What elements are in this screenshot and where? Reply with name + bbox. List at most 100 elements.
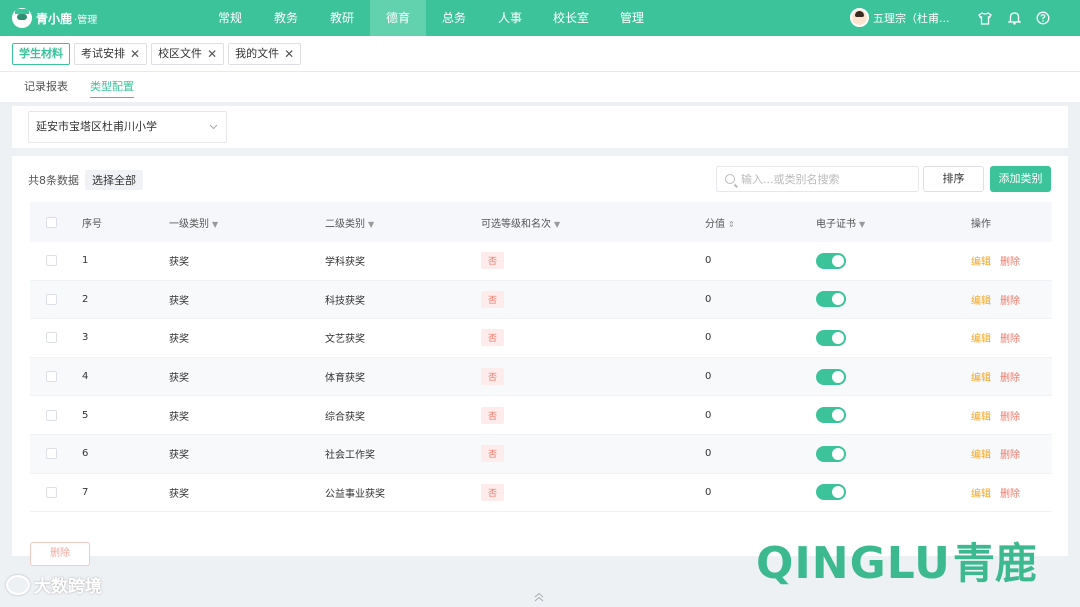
tab-0[interactable]: 学生材料 [12,42,70,65]
edit-link[interactable]: 编辑 [971,489,991,500]
row-checkbox[interactable] [46,255,57,267]
help-icon[interactable] [1034,9,1052,27]
user-menu[interactable]: 五理宗（杜甫... [850,8,950,27]
theme-shirt-icon[interactable] [976,9,994,27]
category-table-card: 共8条数据 选择全部 输入...或类别名搜索 排序 添加类别 序号 一级类别 ▼ … [12,156,1068,556]
row-checkbox-cell [30,409,82,421]
edit-link[interactable]: 编辑 [971,257,991,268]
edit-link[interactable]: 编辑 [971,450,991,461]
select-all-button[interactable]: 选择全部 [85,170,143,190]
cell-cat2: 科技获奖 [325,295,365,307]
row-checkbox[interactable] [46,293,57,305]
subtab-1[interactable]: 类型配置 [90,76,134,98]
header-cat1[interactable]: 一级类别 ▼ [169,215,325,230]
watermark-latin: QINGLU [756,538,951,589]
nav-item-2[interactable]: 教研 [314,0,370,36]
watermark-logo-icon [6,574,30,595]
nav-item-0[interactable]: 常规 [202,0,258,36]
row-checkbox[interactable] [46,409,57,421]
header-cat2-label: 二级类别 [325,218,365,230]
edit-link[interactable]: 编辑 [971,296,991,307]
delete-link[interactable]: 删除 [1000,257,1020,268]
level-badge: 否 [481,252,505,270]
bulk-delete-button[interactable]: 删除 [30,542,90,566]
tab-label: 学生材料 [19,46,63,60]
delete-link[interactable]: 删除 [1000,489,1020,500]
delete-link[interactable]: 删除 [1000,412,1020,423]
cert-toggle[interactable] [816,407,846,424]
cert-toggle[interactable] [816,445,846,462]
watermark-right: QINGLU 青鹿 [756,538,1037,590]
cell-cert [816,407,971,424]
nav-item-3[interactable]: 德育 [370,0,426,36]
cert-toggle[interactable] [816,291,846,308]
main-nav: 常规 教务 教研 德育 总务 人事 校长室 管理 [202,0,660,36]
header-cert[interactable]: 电子证书 ▼ [816,215,971,230]
edit-link[interactable]: 编辑 [971,334,991,345]
header-level[interactable]: 可选等级和名次 ▼ [481,215,705,230]
cell-index: 6 [82,448,89,460]
tab-1[interactable]: 考试安排 ✕ [74,42,148,65]
cell-score: 0 [705,448,712,460]
nav-item-5[interactable]: 人事 [482,0,538,36]
subtab-0[interactable]: 记录报表 [24,76,68,98]
header-index: 序号 [82,218,102,230]
row-checkbox[interactable] [46,332,57,344]
sort-button[interactable]: 排序 [923,166,984,192]
nav-item-7[interactable]: 管理 [604,0,660,36]
cell-cert [816,368,971,385]
close-icon[interactable]: ✕ [284,44,294,64]
filter-caret-icon: ▼ [212,219,219,229]
close-icon[interactable]: ✕ [207,44,217,64]
header-ops: 操作 [971,218,991,230]
cell-level: 否 [481,252,705,270]
notification-bell-icon[interactable] [1005,9,1023,27]
cell-index: 4 [82,371,89,383]
level-badge: 否 [481,406,505,424]
cell-ops: 编辑 删除 [971,369,1052,384]
table-row: 2 获奖 科技获奖 否 0 编辑 删除 [30,280,1052,320]
nav-item-6[interactable]: 校长室 [538,0,604,36]
row-checkbox[interactable] [46,486,57,498]
add-category-button[interactable]: 添加类别 [990,166,1051,192]
row-checkbox-cell [30,255,82,267]
header-score[interactable]: 分值 ⇕ [705,215,816,230]
cert-toggle[interactable] [816,368,846,385]
filter-caret-icon: ▼ [859,219,866,229]
level-badge: 否 [481,368,505,386]
cert-toggle[interactable] [816,329,846,346]
row-checkbox[interactable] [46,448,57,460]
tab-3[interactable]: 我的文件 ✕ [228,42,302,65]
delete-link[interactable]: 删除 [1000,450,1020,461]
cert-toggle[interactable] [816,252,846,269]
record-count: 共8条数据 [28,174,79,187]
scroll-up-chevron-icon[interactable] [534,592,544,605]
delete-link[interactable]: 删除 [1000,334,1020,345]
cell-ops: 编辑 删除 [971,408,1052,423]
cell-level: 否 [481,445,705,463]
table-row: 4 获奖 体育获奖 否 0 编辑 删除 [30,357,1052,397]
row-checkbox[interactable] [46,371,57,383]
tab-2[interactable]: 校区文件 ✕ [151,42,225,65]
edit-link[interactable]: 编辑 [971,373,991,384]
header-cat1-label: 一级类别 [169,218,209,230]
avatar [850,8,869,27]
close-icon[interactable]: ✕ [130,44,140,64]
brand-name: 青小鹿 [36,11,73,26]
level-badge: 否 [481,329,505,347]
header-checkbox[interactable] [46,216,57,228]
cell-score: 0 [705,486,712,498]
edit-link[interactable]: 编辑 [971,412,991,423]
delete-link[interactable]: 删除 [1000,296,1020,307]
header-cat2[interactable]: 二级类别 ▼ [325,215,481,230]
search-input[interactable]: 输入...或类别名搜索 [716,166,919,192]
cert-toggle[interactable] [816,484,846,501]
cell-cert [816,291,971,308]
delete-link[interactable]: 删除 [1000,373,1020,384]
nav-item-4[interactable]: 总务 [426,0,482,36]
brand-logo[interactable]: 青小鹿 ·管理 [12,8,202,28]
nav-item-1[interactable]: 教务 [258,0,314,36]
school-select[interactable]: 延安市宝塔区杜甫川小学 [28,111,227,143]
table-row: 3 获奖 文艺获奖 否 0 编辑 删除 [30,319,1052,358]
row-checkbox-cell [30,371,82,383]
